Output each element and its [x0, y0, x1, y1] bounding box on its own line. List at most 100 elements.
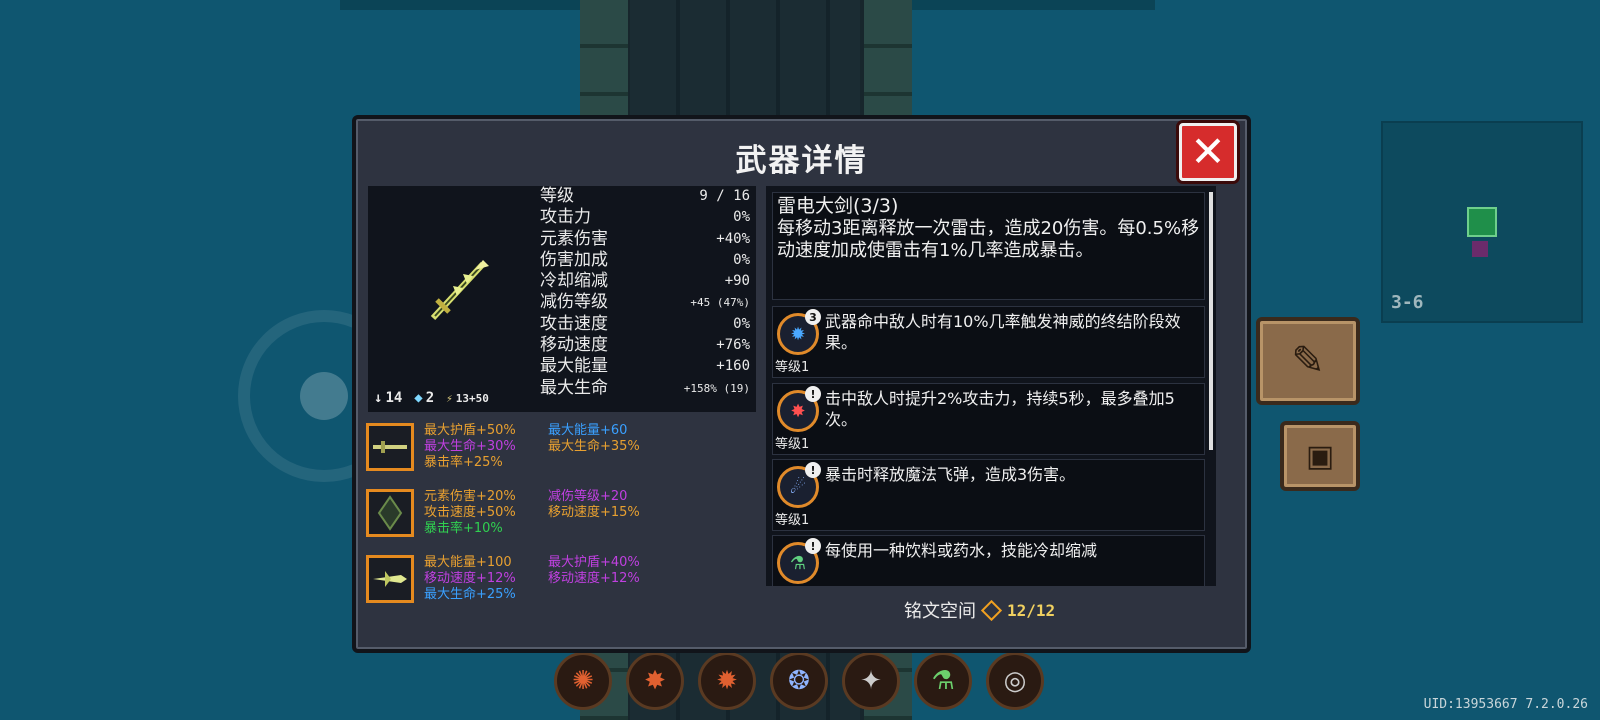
- equip-attrs: 最大护盾+50% 最大能量+60 最大生命+30% 最大生命+35% 暴击率+2…: [424, 423, 678, 471]
- equip-attr: [548, 521, 678, 537]
- stat-label: 冷却缩减: [540, 271, 608, 292]
- equip-guard-icon: [366, 489, 414, 537]
- stat-label: 等级: [540, 186, 574, 206]
- rune-text: 暴击时释放魔法飞弹，造成3伤害。: [825, 465, 1076, 484]
- equip-attr: 最大护盾+40%: [548, 555, 640, 570]
- stat-label: 最大生命: [540, 377, 608, 398]
- minimap[interactable]: 3-6: [1381, 121, 1583, 323]
- weapon-effect-text: 每移动3距离释放一次雷击，造成20伤害。每0.5%移动速度加成使雷击有1%几率造…: [777, 217, 1200, 262]
- stat-row: 攻击力 0%: [540, 207, 754, 228]
- minimap-room: [1472, 241, 1488, 257]
- skill-icon: ✸: [644, 666, 666, 696]
- stat-label: 移动速度: [540, 335, 608, 356]
- skill-icon: ✺: [572, 666, 594, 696]
- joystick-thumb[interactable]: [300, 372, 348, 420]
- gem-value: 2: [425, 390, 435, 406]
- equip-attr: 最大生命+25%: [424, 587, 516, 602]
- energy-icon: ⚡: [446, 391, 453, 405]
- equip-attr: 暴击率+25%: [424, 455, 503, 470]
- equip-attr: [548, 587, 678, 603]
- equip-attr: 最大护盾+50%: [424, 423, 516, 438]
- equip-slot-2[interactable]: 元素伤害+20% 减伤等级+20 攻击速度+50% 移动速度+15% 暴击率+1…: [366, 489, 758, 545]
- equip-attr: 减伤等级+20: [548, 489, 628, 504]
- equip-blade-icon: [366, 555, 414, 603]
- notes-button[interactable]: ✎: [1256, 317, 1360, 405]
- stat-row: 伤害加成 0%: [540, 250, 754, 271]
- minimap-current-room: [1467, 207, 1497, 237]
- weapon-description: 雷电大剑(3/3) 每移动3距离释放一次雷击，造成20伤害。每0.5%移动速度加…: [772, 192, 1205, 300]
- notes-icon: ✎: [1291, 338, 1325, 384]
- equip-attr: 最大能量+60: [548, 423, 628, 438]
- profile-card-button[interactable]: ▣: [1280, 421, 1360, 491]
- equip-attr: [548, 455, 678, 471]
- skill-icon: ◎: [1003, 666, 1027, 696]
- inscription-label: 铭文空间: [904, 601, 976, 622]
- damage-value: 14: [385, 390, 403, 406]
- equip-attr: 攻击速度+50%: [424, 505, 516, 520]
- rune-text: 武器命中敌人时有10%几率触发神威的终结阶段效果。: [825, 312, 1181, 352]
- stat-row: 移动速度 +76%: [540, 335, 754, 356]
- skill-slot-5[interactable]: ✦: [842, 652, 900, 710]
- damage-stat: ↓ 14: [374, 390, 402, 406]
- equip-hilt-icon: [366, 423, 414, 471]
- stat-value: +76%: [716, 337, 750, 354]
- stat-value: 9 / 16: [699, 188, 750, 204]
- rune-badge: 3: [805, 309, 821, 325]
- equip-attr: 移动速度+12%: [548, 571, 640, 586]
- stat-label: 攻击力: [540, 207, 591, 228]
- energy-value: 13+50: [455, 391, 489, 405]
- stat-value: +90: [724, 273, 750, 290]
- equip-slot-1[interactable]: 最大护盾+50% 最大能量+60 最大生命+30% 最大生命+35% 暴击率+2…: [366, 423, 758, 479]
- stat-value: +160: [716, 358, 750, 375]
- rune-item[interactable]: ✸ ! 击中敌人时提升2%攻击力，持续5秒，最多叠加5次。 等级1: [772, 383, 1205, 455]
- stat-label: 攻击速度: [540, 313, 608, 334]
- skill-slot-1[interactable]: ✺: [554, 652, 612, 710]
- stat-value: 0%: [733, 251, 750, 268]
- dagger-icon: ↓: [374, 390, 383, 406]
- close-icon: ✕: [1190, 127, 1226, 176]
- skill-icon: ❂: [788, 666, 810, 696]
- stat-row: 最大生命 +158% (19): [540, 378, 754, 399]
- equip-attr: 暴击率+10%: [424, 521, 503, 536]
- weapon-stats-box: 等级 9 / 16 攻击力 0% 元素伤害 +40% 伤害加成 0% 冷却缩减 +90 减…: [368, 186, 756, 412]
- stat-label: 元素伤害: [540, 228, 608, 249]
- equip-attr: 最大能量+100: [424, 555, 512, 570]
- weapon-name: 雷电大剑(3/3): [777, 195, 899, 217]
- uid-label: UID:13953667 7.2.0.26: [1423, 697, 1588, 712]
- stat-row: 攻击速度 0%: [540, 314, 754, 335]
- skill-slot-7[interactable]: ◎: [986, 652, 1044, 710]
- stat-value: 0%: [733, 209, 750, 226]
- rune-level: 等级1: [775, 513, 810, 528]
- minimap-level-label: 3-6: [1391, 292, 1424, 313]
- skill-slot-3[interactable]: ✹: [698, 652, 756, 710]
- close-button[interactable]: ✕: [1179, 123, 1237, 181]
- energy-stat: ⚡ 13+50: [446, 390, 489, 406]
- stat-row: 最大能量 +160: [540, 356, 754, 377]
- stat-label: 减伤等级: [540, 292, 608, 313]
- stat-value: +45 (47%): [690, 296, 750, 310]
- rune-text: 每使用一种饮料或药水，技能冷却缩减: [825, 541, 1098, 560]
- skill-slot-6[interactable]: ⚗: [914, 652, 972, 710]
- stat-label: 最大能量: [540, 356, 608, 377]
- skill-slot-2[interactable]: ✸: [626, 652, 684, 710]
- equip-attr: 最大生命+30%: [424, 439, 516, 454]
- rune-item[interactable]: ⚗ ! 每使用一种饮料或药水，技能冷却缩减: [772, 535, 1205, 586]
- thunder-greatsword-icon: [430, 260, 489, 321]
- stat-label: 伤害加成: [540, 249, 608, 270]
- description-scrollbar[interactable]: [1209, 192, 1213, 450]
- equip-slot-3[interactable]: 最大能量+100 最大护盾+40% 移动速度+12% 移动速度+12% 最大生命…: [366, 555, 758, 611]
- skill-slot-4[interactable]: ❂: [770, 652, 828, 710]
- rune-level: 等级1: [775, 360, 810, 375]
- rune-item[interactable]: ☄ ! 暴击时释放魔法飞弹，造成3伤害。 等级1: [772, 459, 1205, 531]
- rune-level: 等级1: [775, 437, 810, 452]
- stat-row: 冷却缩减 +90: [540, 271, 754, 292]
- stat-row: 减伤等级 +45 (47%): [540, 292, 754, 313]
- equip-attr: 元素伤害+20%: [424, 489, 516, 504]
- skill-icon: ✦: [860, 666, 882, 696]
- rune-item[interactable]: ✹ 3 武器命中敌人时有10%几率触发神威的终结阶段效果。 等级1: [772, 306, 1205, 378]
- equip-attr: 最大生命+35%: [548, 439, 640, 454]
- stat-row: 等级 9 / 16: [540, 186, 754, 207]
- description-scroll-area[interactable]: 雷电大剑(3/3) 每移动3距离释放一次雷击，造成20伤害。每0.5%移动速度加…: [766, 186, 1216, 586]
- stat-value: +158% (19): [683, 381, 750, 395]
- stat-list: 等级 9 / 16 攻击力 0% 元素伤害 +40% 伤害加成 0% 冷却缩减 +90 减…: [540, 186, 754, 399]
